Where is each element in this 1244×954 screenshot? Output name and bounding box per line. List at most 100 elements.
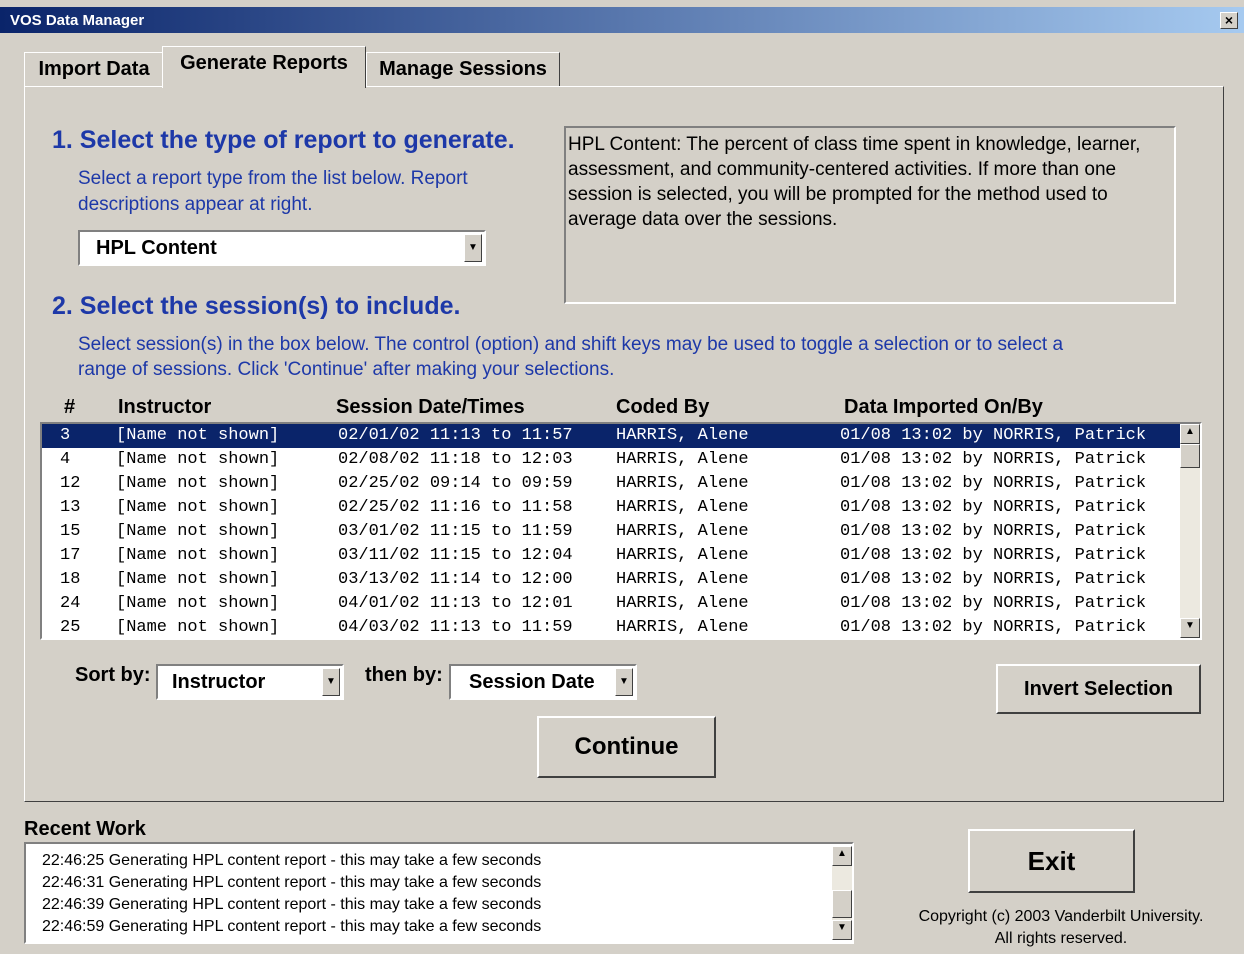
sort-by-label: Sort by: [75, 664, 151, 686]
row-imported: 01/08 13:02 by NORRIS, Patrick [840, 450, 1147, 469]
row-datetime: 02/25/02 09:14 to 09:59 [338, 474, 573, 493]
row-number: 17 [60, 546, 81, 565]
close-icon: × [1224, 12, 1234, 28]
row-imported: 01/08 13:02 by NORRIS, Patrick [840, 498, 1147, 517]
scroll-down-button[interactable]: ▼ [832, 920, 852, 940]
row-coded-by: HARRIS, Alene [616, 546, 749, 565]
row-instructor: [Name not shown] [116, 546, 280, 565]
exit-button[interactable]: Exit [968, 829, 1135, 893]
row-imported: 01/08 13:02 by NORRIS, Patrick [840, 618, 1147, 637]
tab-import-data[interactable]: Import Data [24, 52, 164, 86]
row-imported: 01/08 13:02 by NORRIS, Patrick [840, 546, 1147, 565]
row-datetime: 04/03/02 11:13 to 11:59 [338, 618, 573, 637]
row-datetime: 04/01/02 11:13 to 12:01 [338, 594, 573, 613]
table-row[interactable]: 13 [Name not shown] 02/25/02 11:16 to 11:5… [42, 496, 1180, 520]
chevron-down-icon[interactable]: ▼ [615, 668, 633, 696]
copyright: Copyright (c) 2003 Vanderbilt University… [880, 906, 1242, 950]
copyright-line1: Copyright (c) 2003 Vanderbilt University… [918, 908, 1204, 925]
sort-by-select[interactable]: Instructor ▼ [156, 664, 344, 700]
scroll-thumb[interactable] [1180, 444, 1200, 468]
scroll-up-button[interactable]: ▲ [1180, 424, 1200, 444]
report-type-select[interactable]: HPL Content ▼ [78, 230, 486, 266]
scroll-thumb[interactable] [832, 890, 852, 918]
table-row[interactable]: 4 [Name not shown] 02/08/02 11:18 to 12:03… [42, 448, 1180, 472]
table-row[interactable]: 17 [Name not shown] 03/11/02 11:15 to 12:0… [42, 544, 1180, 568]
row-coded-by: HARRIS, Alene [616, 474, 749, 493]
row-coded-by: HARRIS, Alene [616, 618, 749, 637]
row-datetime: 02/01/02 11:13 to 11:57 [338, 426, 573, 445]
table-row[interactable]: 15 [Name not shown] 03/01/02 11:15 to 11:5… [42, 520, 1180, 544]
table-row[interactable]: 24 [Name not shown] 04/01/02 11:13 to 12:0… [42, 592, 1180, 616]
row-instructor: [Name not shown] [116, 498, 280, 517]
row-coded-by: HARRIS, Alene [616, 522, 749, 541]
row-instructor: [Name not shown] [116, 594, 280, 613]
recent-work-label: Recent Work [24, 818, 146, 840]
row-datetime: 03/11/02 11:15 to 12:04 [338, 546, 573, 565]
arrow-down-icon: ▼ [1185, 620, 1195, 631]
column-header-imported: Data Imported On/By [844, 396, 1043, 418]
report-type-value: HPL Content [96, 237, 217, 259]
row-datetime: 03/01/02 11:15 to 11:59 [338, 522, 573, 541]
row-datetime: 02/25/02 11:16 to 11:58 [338, 498, 573, 517]
log-entry: 22:46:31 Generating HPL content report -… [42, 874, 542, 891]
table-row[interactable]: 3 [Name not shown] 02/01/02 11:13 to 11:57… [42, 424, 1180, 448]
row-imported: 01/08 13:02 by NORRIS, Patrick [840, 474, 1147, 493]
scroll-down-button[interactable]: ▼ [1180, 618, 1200, 638]
row-number: 18 [60, 570, 81, 589]
scroll-up-button[interactable]: ▲ [832, 846, 852, 866]
session-list-scrollbar[interactable]: ▲ ▼ [1180, 424, 1200, 638]
tab-generate-reports[interactable]: Generate Reports [162, 46, 366, 88]
step2-instruction-line2: range of sessions. Click 'Continue' afte… [78, 359, 615, 380]
row-coded-by: HARRIS, Alene [616, 498, 749, 517]
row-imported: 01/08 13:02 by NORRIS, Patrick [840, 594, 1147, 613]
log-entry: 22:46:25 Generating HPL content report -… [42, 852, 542, 869]
row-instructor: [Name not shown] [116, 474, 280, 493]
continue-button[interactable]: Continue [537, 716, 716, 778]
row-coded-by: HARRIS, Alene [616, 450, 749, 469]
row-datetime: 03/13/02 11:14 to 12:00 [338, 570, 573, 589]
chevron-down-icon[interactable]: ▼ [322, 668, 340, 696]
invert-selection-button[interactable]: Invert Selection [996, 664, 1201, 714]
arrow-down-icon: ▼ [837, 922, 847, 933]
session-list[interactable]: 3 [Name not shown] 02/01/02 11:13 to 11:57… [40, 422, 1202, 640]
row-imported: 01/08 13:02 by NORRIS, Patrick [840, 570, 1147, 589]
log-entry: 22:46:39 Generating HPL content report -… [42, 896, 542, 913]
row-instructor: [Name not shown] [116, 618, 280, 637]
tab-manage-sessions[interactable]: Manage Sessions [366, 52, 560, 86]
chevron-down-icon[interactable]: ▼ [464, 234, 482, 262]
step1-instruction-line1: Select a report type from the list below… [78, 168, 468, 189]
arrow-up-icon: ▲ [1185, 426, 1195, 437]
close-button[interactable]: × [1220, 12, 1238, 29]
row-coded-by: HARRIS, Alene [616, 594, 749, 613]
table-row[interactable]: 25 [Name not shown] 04/03/02 11:13 to 11:5… [42, 616, 1180, 638]
row-number: 15 [60, 522, 81, 541]
step2-heading: 2. Select the session(s) to include. [52, 292, 461, 320]
row-number: 4 [60, 450, 71, 469]
row-instructor: [Name not shown] [116, 570, 280, 589]
row-instructor: [Name not shown] [116, 450, 280, 469]
row-instructor: [Name not shown] [116, 522, 280, 541]
row-coded-by: HARRIS, Alene [616, 570, 749, 589]
row-number: 3 [60, 426, 71, 445]
arrow-up-icon: ▲ [837, 848, 847, 859]
report-description: HPL Content: The percent of class time s… [564, 126, 1176, 304]
row-number: 25 [60, 618, 81, 637]
then-by-select[interactable]: Session Date ▼ [449, 664, 637, 700]
then-by-label: then by: [365, 664, 443, 686]
recent-work-list[interactable]: 22:46:25 Generating HPL content report -… [24, 842, 854, 944]
sort-by-value: Instructor [172, 671, 266, 693]
column-header-session-date: Session Date/Times [336, 396, 525, 418]
log-entry: 22:46:59 Generating HPL content report -… [42, 918, 542, 935]
row-number: 12 [60, 474, 81, 493]
step1-instruction-line2: descriptions appear at right. [78, 194, 313, 215]
column-header-instructor: Instructor [118, 396, 212, 418]
row-instructor: [Name not shown] [116, 426, 280, 445]
title-bar [0, 7, 1244, 33]
row-datetime: 02/08/02 11:18 to 12:03 [338, 450, 573, 469]
table-row[interactable]: 12 [Name not shown] 02/25/02 09:14 to 09:5… [42, 472, 1180, 496]
column-header-number: # [64, 396, 76, 418]
then-by-value: Session Date [469, 671, 595, 693]
recent-work-scrollbar[interactable]: ▲ ▼ [832, 846, 852, 940]
row-imported: 01/08 13:02 by NORRIS, Patrick [840, 426, 1147, 445]
table-row[interactable]: 18 [Name not shown] 03/13/02 11:14 to 12:0… [42, 568, 1180, 592]
